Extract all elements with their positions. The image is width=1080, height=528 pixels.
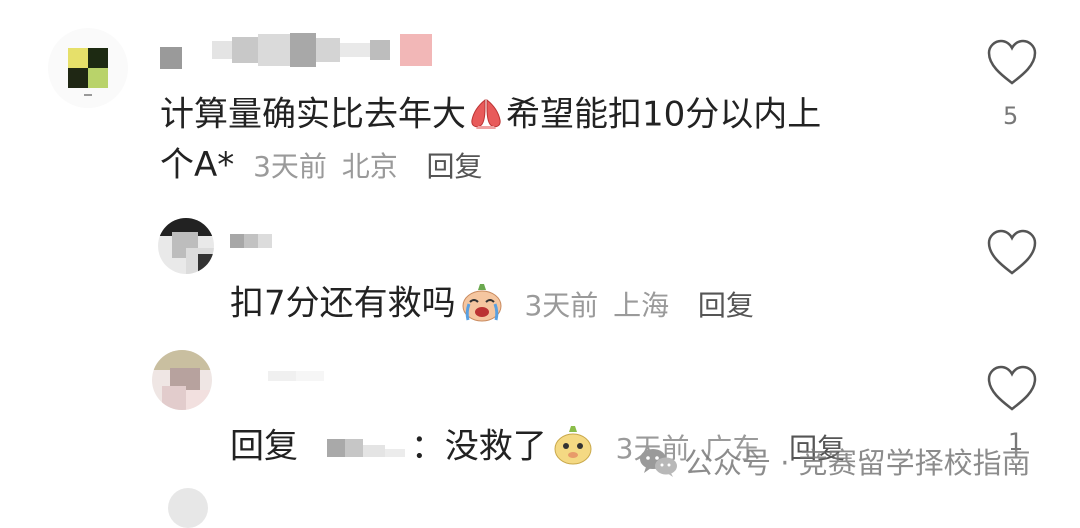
username-blurred[interactable] bbox=[268, 366, 324, 386]
comment-body: 没救了 bbox=[444, 426, 547, 467]
comment-body-cont: 希望能扣10分以内上 bbox=[506, 94, 822, 135]
comment-text: 计算量确实比去年大 希望能扣10分以内上 bbox=[160, 96, 821, 136]
sheep-face-icon bbox=[551, 424, 595, 472]
like-button[interactable] bbox=[985, 226, 1039, 280]
comment-body: 扣7分还有救吗 bbox=[230, 283, 456, 324]
avatar[interactable] bbox=[158, 218, 214, 274]
heart-outline-icon bbox=[987, 39, 1037, 85]
username-blurred[interactable] bbox=[160, 30, 432, 70]
watermark: 公众号 · 竞赛留学择校指南 bbox=[638, 440, 1031, 485]
reply-button[interactable]: 回复 bbox=[698, 289, 754, 322]
wechat-icon bbox=[638, 446, 678, 485]
like-count: 5 bbox=[1003, 102, 1019, 130]
reply-separator: ： bbox=[410, 426, 445, 467]
heart-outline-icon bbox=[987, 229, 1037, 275]
praying-hands-icon bbox=[466, 96, 506, 136]
avatar[interactable] bbox=[48, 28, 128, 108]
comment-body-line2: 个A* bbox=[160, 145, 235, 185]
comment-body: 计算量确实比去年大 bbox=[160, 94, 466, 135]
reply-button[interactable]: 回复 bbox=[427, 150, 483, 183]
like-button[interactable] bbox=[985, 36, 1039, 90]
comment-location: 上海 bbox=[613, 288, 670, 322]
crying-face-icon bbox=[460, 282, 504, 328]
comment-text: 扣7分还有救吗 3天前 上海 回复 bbox=[230, 282, 754, 328]
comment-text-line2: 个A* 3天前 北京 回复 bbox=[160, 148, 483, 182]
comment-time: 3天前 bbox=[524, 288, 599, 322]
avatar bbox=[168, 488, 208, 528]
mentioned-user-blurred[interactable] bbox=[326, 439, 405, 457]
comment-time: 3天前 bbox=[253, 150, 327, 183]
reply-prefix: 回复 bbox=[230, 426, 298, 467]
heart-outline-icon bbox=[987, 365, 1037, 411]
like-button[interactable] bbox=[985, 362, 1039, 416]
avatar[interactable] bbox=[152, 350, 212, 410]
watermark-text: 公众号 · 竞赛留学择校指南 bbox=[684, 446, 1031, 480]
username-blurred[interactable] bbox=[230, 226, 272, 256]
comment-location: 北京 bbox=[341, 150, 398, 183]
